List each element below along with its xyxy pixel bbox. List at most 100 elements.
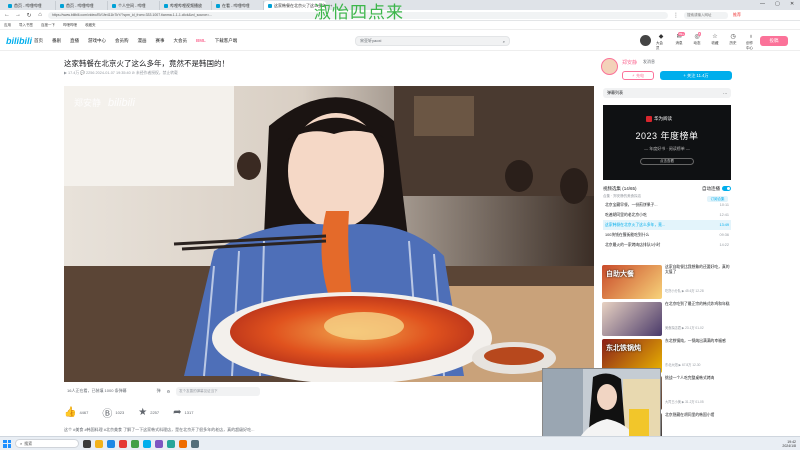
nav-item[interactable]: 漫画 xyxy=(138,38,147,44)
nav-item[interactable]: 番剧 xyxy=(52,38,61,44)
recommendation-card[interactable]: 在北京吃到了最正宗的韩式炸鸡和年糕 美食探店君 ▶ 23.1万 01-02 xyxy=(602,302,732,338)
episode-duration: 14:22 xyxy=(719,243,729,247)
header-dynamic-button[interactable]: ◎ 8 动态 xyxy=(692,32,702,51)
episode-title: 北京最火的一家烤肉店排队3小时 xyxy=(605,242,661,247)
favorite-button[interactable]: ★ 2257 xyxy=(138,407,159,418)
ad-button[interactable]: 点击查看 xyxy=(640,158,694,165)
nav-item[interactable]: 游戏中心 xyxy=(88,38,106,44)
extensions-icon[interactable]: ⋮ xyxy=(673,12,679,19)
history-icon: ◷ xyxy=(730,34,736,40)
bookmark-item[interactable]: 导入书签 xyxy=(19,23,33,28)
nav-item[interactable]: 会员购 xyxy=(115,38,129,44)
bookmark-item[interactable]: 百度一下 xyxy=(41,23,55,28)
episode-item[interactable]: 吃遍胡同里的老北京小吃 12:41 xyxy=(603,210,731,220)
close-icon[interactable]: ✕ xyxy=(790,1,794,7)
episode-duration: 12:41 xyxy=(719,213,729,217)
charge-button[interactable]: ⚡ 充电 xyxy=(622,71,654,80)
episode-item[interactable]: 北京最火的一家烤肉店排队3小时 14:22 xyxy=(603,240,731,250)
windows-start-icon[interactable] xyxy=(3,439,11,448)
file-explorer-icon[interactable] xyxy=(95,439,103,448)
task-view-icon[interactable] xyxy=(83,439,91,448)
site-search-input[interactable]: 宋亚轩yaoxi ⌕ xyxy=(355,36,510,46)
bookmark-item[interactable]: 应用 xyxy=(4,23,11,28)
header-history-button[interactable]: ◷ 历史 xyxy=(728,34,738,51)
back-icon[interactable]: ← xyxy=(4,12,10,18)
danmaku-list-toggle[interactable]: 弹幕列表 ⋯ xyxy=(603,88,731,98)
bookmark-item[interactable]: 哔哩哔哩 xyxy=(63,23,77,28)
obs-icon[interactable] xyxy=(155,439,163,448)
nav-item[interactable]: 直播 xyxy=(70,38,79,44)
browser-tab[interactable]: 首页 - 哔哩哔哩 xyxy=(4,1,56,10)
edge-icon[interactable] xyxy=(107,439,115,448)
ad-subline: — 年度好书 · 阅读榜单 — xyxy=(644,146,690,151)
follow-button[interactable]: + 关注 11.4万 xyxy=(660,71,732,80)
autoplay-switch[interactable] xyxy=(722,186,731,192)
browser-tab[interactable]: 哔哩哔哩视频播放 xyxy=(160,1,212,10)
episode-item[interactable]: 100块钱在簋街能吃到什么 09:36 xyxy=(603,230,731,240)
danmaku-settings-icon[interactable]: ⚙ xyxy=(167,389,171,394)
bookmark-item[interactable]: 收藏夹 xyxy=(85,23,96,28)
recommend-tag[interactable]: 推荐 xyxy=(733,12,741,18)
search-icon[interactable]: ⌕ xyxy=(503,39,505,44)
coin-button[interactable]: Ⓑ 1023 xyxy=(102,405,124,420)
like-button[interactable]: 👍 4467 xyxy=(64,407,88,418)
uploader-name[interactable]: 郑安静 xyxy=(622,59,637,66)
app-icon-red[interactable] xyxy=(119,439,127,448)
share-button[interactable]: ➦ 1317 xyxy=(173,407,193,418)
action-count: 2257 xyxy=(150,409,160,415)
nav-item[interactable]: 赛事 xyxy=(156,38,165,44)
header-star-button[interactable]: ☆ 收藏 xyxy=(710,34,720,51)
send-message-link[interactable]: 发消息 xyxy=(643,59,655,65)
chrome-icon[interactable] xyxy=(131,439,139,448)
recommendation-title[interactable]: 在北京吃到了最正宗的韩式炸鸡和年糕 xyxy=(665,302,731,307)
uploader-avatar[interactable] xyxy=(601,58,618,75)
taskbar-search[interactable]: ⌕ 搜索 xyxy=(15,439,79,448)
notification-badge: 99+ xyxy=(677,32,686,36)
recommendation-title[interactable]: 挑战一个人吃完整桌韩式烤肉 xyxy=(665,376,731,381)
browser-tab[interactable]: 个人空间 - 哔哩 xyxy=(108,1,160,10)
recommendation-title[interactable]: 北京隐藏在胡同里的韩国小馆 xyxy=(665,413,731,418)
user-avatar[interactable] xyxy=(640,35,651,46)
recommendation-thumbnail[interactable] xyxy=(602,302,662,336)
recommendation-card[interactable]: 自助大餐 这家自助餐比我想象的还要好吃，真的太值了 吃货小分队 ▶ 45.6万 12… xyxy=(602,265,732,301)
autoplay-label: 自动连播 xyxy=(702,186,720,191)
nav-item[interactable]: 下载客户端 xyxy=(215,38,238,44)
danmaku-input[interactable]: 发个友善的弹幕见证当下 xyxy=(176,386,261,396)
action-count: 1023 xyxy=(115,409,125,415)
upload-button[interactable]: 投稿 xyxy=(760,36,788,46)
maximize-icon[interactable]: ▢ xyxy=(775,1,780,7)
system-tray[interactable]: 19:42 2024/1/8 xyxy=(782,440,796,448)
autoplay-toggle[interactable]: 自动连播 xyxy=(702,186,731,192)
star-icon: ☆ xyxy=(712,34,718,40)
forward-icon[interactable]: → xyxy=(15,12,21,18)
nav-item[interactable]: BML xyxy=(196,38,206,44)
nav-item[interactable]: 大会员 xyxy=(174,38,188,44)
recommendation-title[interactable]: 这家自助餐比我想象的还要好吃，真的太值了 xyxy=(665,265,731,275)
danmaku-toggle[interactable]: 弹 xyxy=(157,388,161,394)
header-vip-button[interactable]: ◆ 大会员 xyxy=(656,34,666,51)
recommendation-thumbnail[interactable]: 自助大餐 xyxy=(602,265,662,299)
video-player[interactable]: 郑安静 bilibili xyxy=(64,86,594,382)
header-message-button[interactable]: ✉ 99+ 消息 xyxy=(674,32,686,51)
notification-badge: 8 xyxy=(697,32,702,36)
browser-tab[interactable]: 首页 - 哔哩哔哩 xyxy=(56,1,108,10)
app-icon-orange[interactable] xyxy=(179,439,187,448)
browser-tab[interactable]: 在看 - 哔哩哔哩 xyxy=(212,1,264,10)
subscribe-series-button[interactable]: 订阅合集 xyxy=(707,196,728,202)
ad-brand-label: 华为阅读 xyxy=(654,115,672,121)
home-icon[interactable]: ⌂ xyxy=(37,12,43,18)
wechat-icon[interactable] xyxy=(167,439,175,448)
nav-item[interactable]: 首页 xyxy=(34,38,43,44)
ad-banner[interactable]: 华为阅读 2023 年度榜单 — 年度好书 · 阅读榜单 — 点击查看 xyxy=(603,105,731,180)
bilibili-logo[interactable]: bilibili xyxy=(6,36,32,46)
reload-icon[interactable]: ↻ xyxy=(26,12,32,19)
settings-icon[interactable] xyxy=(191,439,199,448)
recommendation-title[interactable]: 东北铁锅炖，一锅炖出满满的幸福感 xyxy=(665,339,731,344)
browser-search-input[interactable]: 搜索或输入网址 xyxy=(684,11,728,19)
bilibili-app-icon[interactable] xyxy=(143,439,151,448)
danmaku-list-more-icon[interactable]: ⋯ xyxy=(723,91,727,96)
header-creator-button[interactable]: ♁ 创作中心 xyxy=(746,34,756,51)
episode-item[interactable]: 这家韩餐在北京火了这么多年，竟... 13:49 xyxy=(603,220,731,230)
minimize-icon[interactable]: — xyxy=(760,1,765,7)
header-icons: ◆ 大会员 ✉ 99+ 消息 ◎ 8 动态 ☆ 收藏 ◷ 历史 ♁ 创作中心 xyxy=(656,32,756,51)
